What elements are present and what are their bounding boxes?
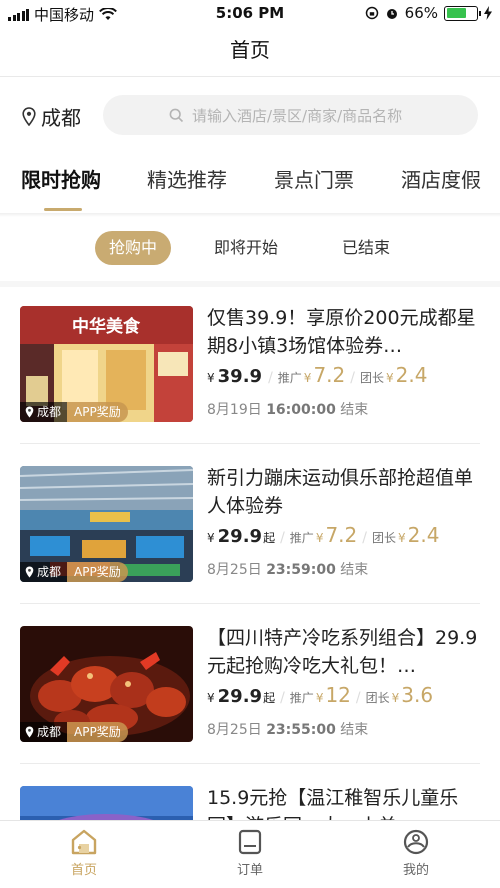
price-row: ¥29.9 起 / 推广 ¥12 / 团长 ¥3.6 <box>207 683 434 707</box>
tab-recommended[interactable]: 精选推荐 <box>147 164 227 193</box>
home-icon <box>71 829 97 855</box>
city-badge: 成都 <box>20 722 68 742</box>
price-row: ¥29.9 起 / 推广 ¥7.2 / 团长 ¥2.4 <box>207 523 440 547</box>
tab-label: 订单 <box>236 863 263 878</box>
leader-reward: 2.4 <box>395 363 428 387</box>
promote-reward: 7.2 <box>313 363 346 387</box>
city-badge: 成都 <box>20 402 68 422</box>
tab-label: 我的 <box>402 863 429 878</box>
location-pin-icon <box>25 726 34 738</box>
filter-ended[interactable]: 已结束 <box>328 231 404 265</box>
divider <box>0 76 500 77</box>
end-time: 8月19日 16:00:00 结束 <box>207 402 369 418</box>
product-image: 中华美食 成都 APP奖励 <box>20 306 193 422</box>
filter-ongoing[interactable]: 抢购中 <box>95 231 172 265</box>
charging-icon <box>484 6 492 20</box>
active-tab-indicator <box>44 208 82 211</box>
leader-reward: 2.4 <box>407 523 440 547</box>
sign-text: 中华美食 <box>72 316 141 337</box>
price: 29.9 <box>217 686 263 707</box>
city-label: 成都 <box>41 106 81 130</box>
bottom-tab-bar: 首页 订单 我的 <box>0 820 500 888</box>
battery-percent: 66% <box>404 4 438 22</box>
product-card[interactable]: 成都 APP奖励 新引力蹦床运动俱乐部抢超值单人体验券 ¥29.9 起 / 推广 ¥… <box>0 444 500 604</box>
search-icon <box>169 108 184 122</box>
product-title: 仅售39.9！享原价200元成都星期8小镇3场馆体验券… <box>207 307 476 357</box>
page-title: 首页 <box>230 38 270 62</box>
city-badge: 成都 <box>20 562 68 582</box>
tab-home[interactable]: 首页 <box>44 829 124 878</box>
battery-icon <box>444 5 481 21</box>
product-card[interactable]: 中华美食 成都 APP奖励 仅售39.9！享原价200元成都星期8小镇3场馆体验… <box>0 284 500 444</box>
end-time: 8月25日 23:59:00 结束 <box>207 562 369 578</box>
product-image: 成都 APP奖励 <box>20 626 193 742</box>
divider <box>0 213 500 217</box>
product-title: 【四川特产冷吃系列组合】29.9元起抢购冷吃大礼包！… <box>207 627 478 677</box>
tab-label: 首页 <box>70 863 97 878</box>
promote-reward: 7.2 <box>325 523 358 547</box>
location-pin-icon <box>22 107 36 126</box>
tab-profile[interactable]: 我的 <box>376 829 456 878</box>
tab-hotel-vacation[interactable]: 酒店度假 <box>401 164 481 193</box>
product-card[interactable]: 成都 APP奖励 【四川特产冷吃系列组合】29.9元起抢购冷吃大礼包！… ¥29… <box>0 604 500 764</box>
location-pin-icon <box>25 566 34 578</box>
product-image: 成都 APP奖励 <box>20 466 193 582</box>
search-input[interactable]: 请输入酒店/景区/商家/商品名称 <box>103 95 478 135</box>
price-row: ¥39.9 / 推广 ¥7.2 / 团长 ¥2.4 <box>207 363 428 387</box>
search-placeholder: 请输入酒店/景区/商家/商品名称 <box>192 106 403 125</box>
tab-flash-sale[interactable]: 限时抢购 <box>21 164 101 193</box>
tab-orders[interactable]: 订单 <box>210 829 290 878</box>
city-selector[interactable]: 成都 <box>22 102 81 131</box>
promote-reward: 12 <box>325 683 351 707</box>
order-icon <box>238 829 262 855</box>
app-reward-badge: APP奖励 <box>67 722 128 742</box>
end-time: 8月25日 23:55:00 结束 <box>207 722 369 738</box>
tab-attraction-tickets[interactable]: 景点门票 <box>274 164 354 193</box>
app-reward-badge: APP奖励 <box>67 402 128 422</box>
filter-upcoming[interactable]: 即将开始 <box>200 231 292 265</box>
price: 29.9 <box>217 526 263 547</box>
alarm-icon <box>386 9 397 19</box>
app-reward-badge: APP奖励 <box>67 562 128 582</box>
product-title: 新引力蹦床运动俱乐部抢超值单人体验券 <box>207 467 474 517</box>
rotation-lock-icon <box>365 6 378 20</box>
status-bar: 中国移动 5:06 PM 66% <box>0 0 500 26</box>
price: 39.9 <box>217 366 263 387</box>
profile-icon <box>403 829 429 855</box>
location-pin-icon <box>25 406 34 418</box>
leader-reward: 3.6 <box>401 683 434 707</box>
category-tabs: 限时抢购 精选推荐 景点门票 酒店度假 <box>0 164 500 212</box>
